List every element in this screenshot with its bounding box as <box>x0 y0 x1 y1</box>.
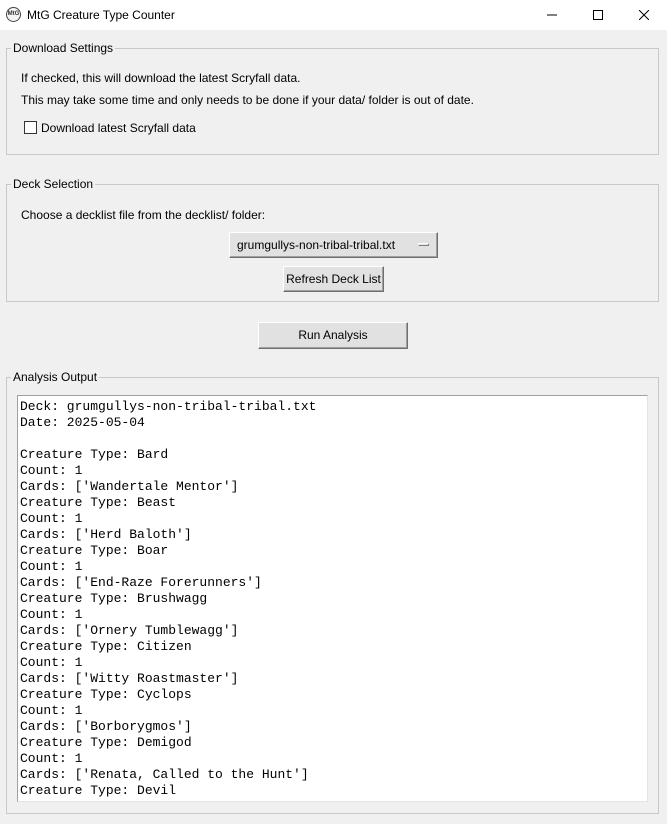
output-line: Cards: ['Wandertale Mentor'] <box>20 479 239 494</box>
dropdown-indicator-icon <box>418 243 429 246</box>
close-button[interactable] <box>621 0 667 30</box>
refresh-deck-list-button[interactable]: Refresh Deck List <box>283 266 384 292</box>
maximize-icon <box>593 10 603 20</box>
deck-select-value: grumgullys-non-tribal-tribal.txt <box>237 238 396 252</box>
deck-selection-legend: Deck Selection <box>11 176 96 192</box>
window-title: MtG Creature Type Counter <box>27 8 175 22</box>
output-line: Creature Type: Boar <box>20 543 169 558</box>
output-line: Cards: ['Renata, Called to the Hunt'] <box>20 767 309 782</box>
download-info-line1: If checked, this will download the lates… <box>21 71 301 85</box>
output-line: Creature Type: Beast <box>20 495 177 510</box>
close-icon <box>639 10 649 20</box>
app-icon: MtG <box>6 7 21 22</box>
output-line: Count: 1 <box>20 655 83 670</box>
output-line: Cards: ['Herd Baloth'] <box>20 527 192 542</box>
minimize-icon <box>547 14 557 16</box>
download-scryfall-checkbox[interactable] <box>24 121 37 134</box>
output-line: Cards: ['End-Raze Forerunners'] <box>20 575 262 590</box>
analysis-output-legend: Analysis Output <box>11 369 100 385</box>
output-line: Count: 1 <box>20 751 83 766</box>
download-settings-group: Download Settings If checked, this will … <box>6 40 659 155</box>
output-line: Creature Type: Devil <box>20 783 177 798</box>
output-line: Count: 1 <box>20 607 83 622</box>
output-line: Count: 1 <box>20 511 83 526</box>
download-info-line2: This may take some time and only needs t… <box>21 93 474 107</box>
output-line: Count: 1 <box>20 463 83 478</box>
deck-selection-prompt: Choose a decklist file from the decklist… <box>21 208 266 222</box>
title-bar: MtG MtG Creature Type Counter <box>0 0 667 30</box>
output-line: Creature Type: Brushwagg <box>20 591 208 606</box>
output-line: Count: 1 <box>20 559 83 574</box>
output-line: Creature Type: Citizen <box>20 639 192 654</box>
download-settings-legend: Download Settings <box>11 40 116 56</box>
output-line: Cards: ['Ornery Tumblewagg'] <box>20 623 239 638</box>
output-line: Cards: ['Witty Roastmaster'] <box>20 671 239 686</box>
minimize-button[interactable] <box>529 0 575 30</box>
deck-selection-group: Deck Selection Choose a decklist file fr… <box>6 176 659 302</box>
output-line: Creature Type: Bard <box>20 447 169 462</box>
run-analysis-button[interactable]: Run Analysis <box>258 322 408 349</box>
output-line: Count: 1 <box>20 703 83 718</box>
analysis-output-text: Deck: grumgullys-non-tribal-tribal.txt Da… <box>20 399 316 799</box>
output-line: Creature Type: Cyclops <box>20 687 192 702</box>
download-scryfall-checkbox-label[interactable]: Download latest Scryfall data <box>41 120 196 136</box>
output-line: Date: 2025-05-04 <box>20 415 145 430</box>
maximize-button[interactable] <box>575 0 621 30</box>
output-line: Cards: ['Borborygmos'] <box>20 719 192 734</box>
output-line: Deck: grumgullys-non-tribal-tribal.txt <box>20 399 317 414</box>
deck-select-dropdown[interactable]: grumgullys-non-tribal-tribal.txt <box>229 232 438 258</box>
output-line: Creature Type: Demigod <box>20 735 192 750</box>
analysis-output-textarea[interactable]: Deck: grumgullys-non-tribal-tribal.txt Da… <box>17 395 648 802</box>
